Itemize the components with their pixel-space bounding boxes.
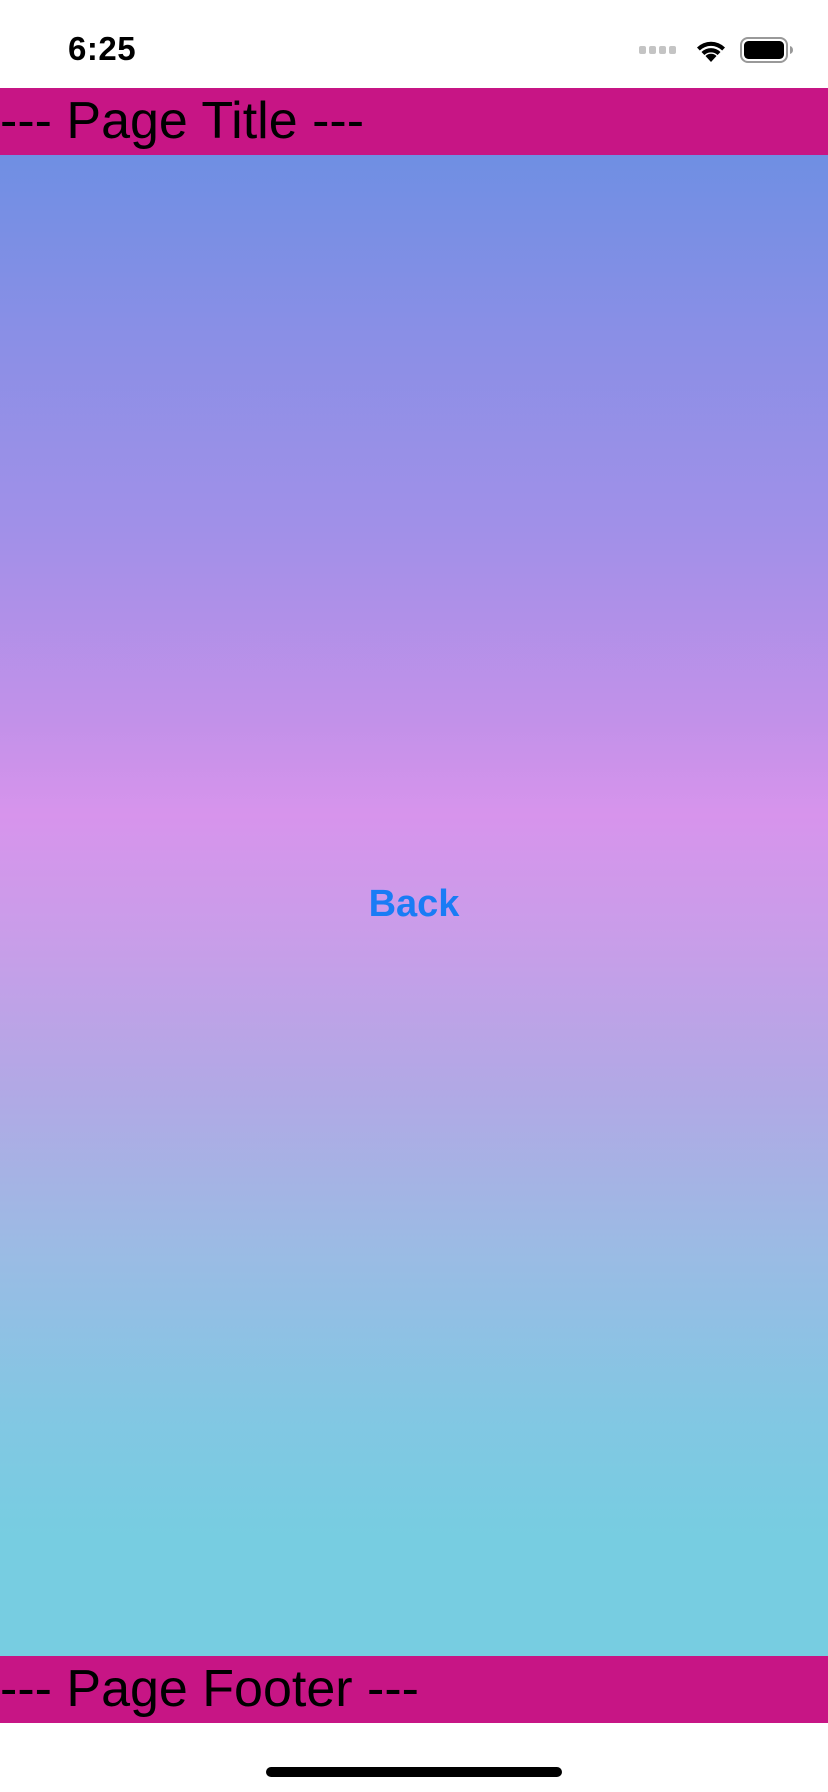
status-bar: 6:25 (0, 0, 828, 88)
battery-icon (740, 37, 794, 63)
wifi-icon (694, 37, 728, 63)
status-icons (639, 35, 794, 65)
back-button[interactable]: Back (0, 880, 828, 928)
page-header: --- Page Title --- (0, 88, 828, 155)
footer-title: --- Page Footer --- (0, 1660, 419, 1718)
app-screen: 6:25 --- Page Title --- Back --- Page Fo… (0, 0, 828, 1792)
signal-icon (639, 46, 676, 54)
gradient-content: Back (0, 155, 828, 1656)
back-button-label: Back (368, 883, 460, 925)
home-area (0, 1723, 828, 1792)
page-footer: --- Page Footer --- (0, 1656, 828, 1723)
status-time: 6:25 (68, 30, 137, 67)
page-title: --- Page Title --- (0, 92, 365, 150)
home-indicator[interactable] (266, 1767, 562, 1777)
